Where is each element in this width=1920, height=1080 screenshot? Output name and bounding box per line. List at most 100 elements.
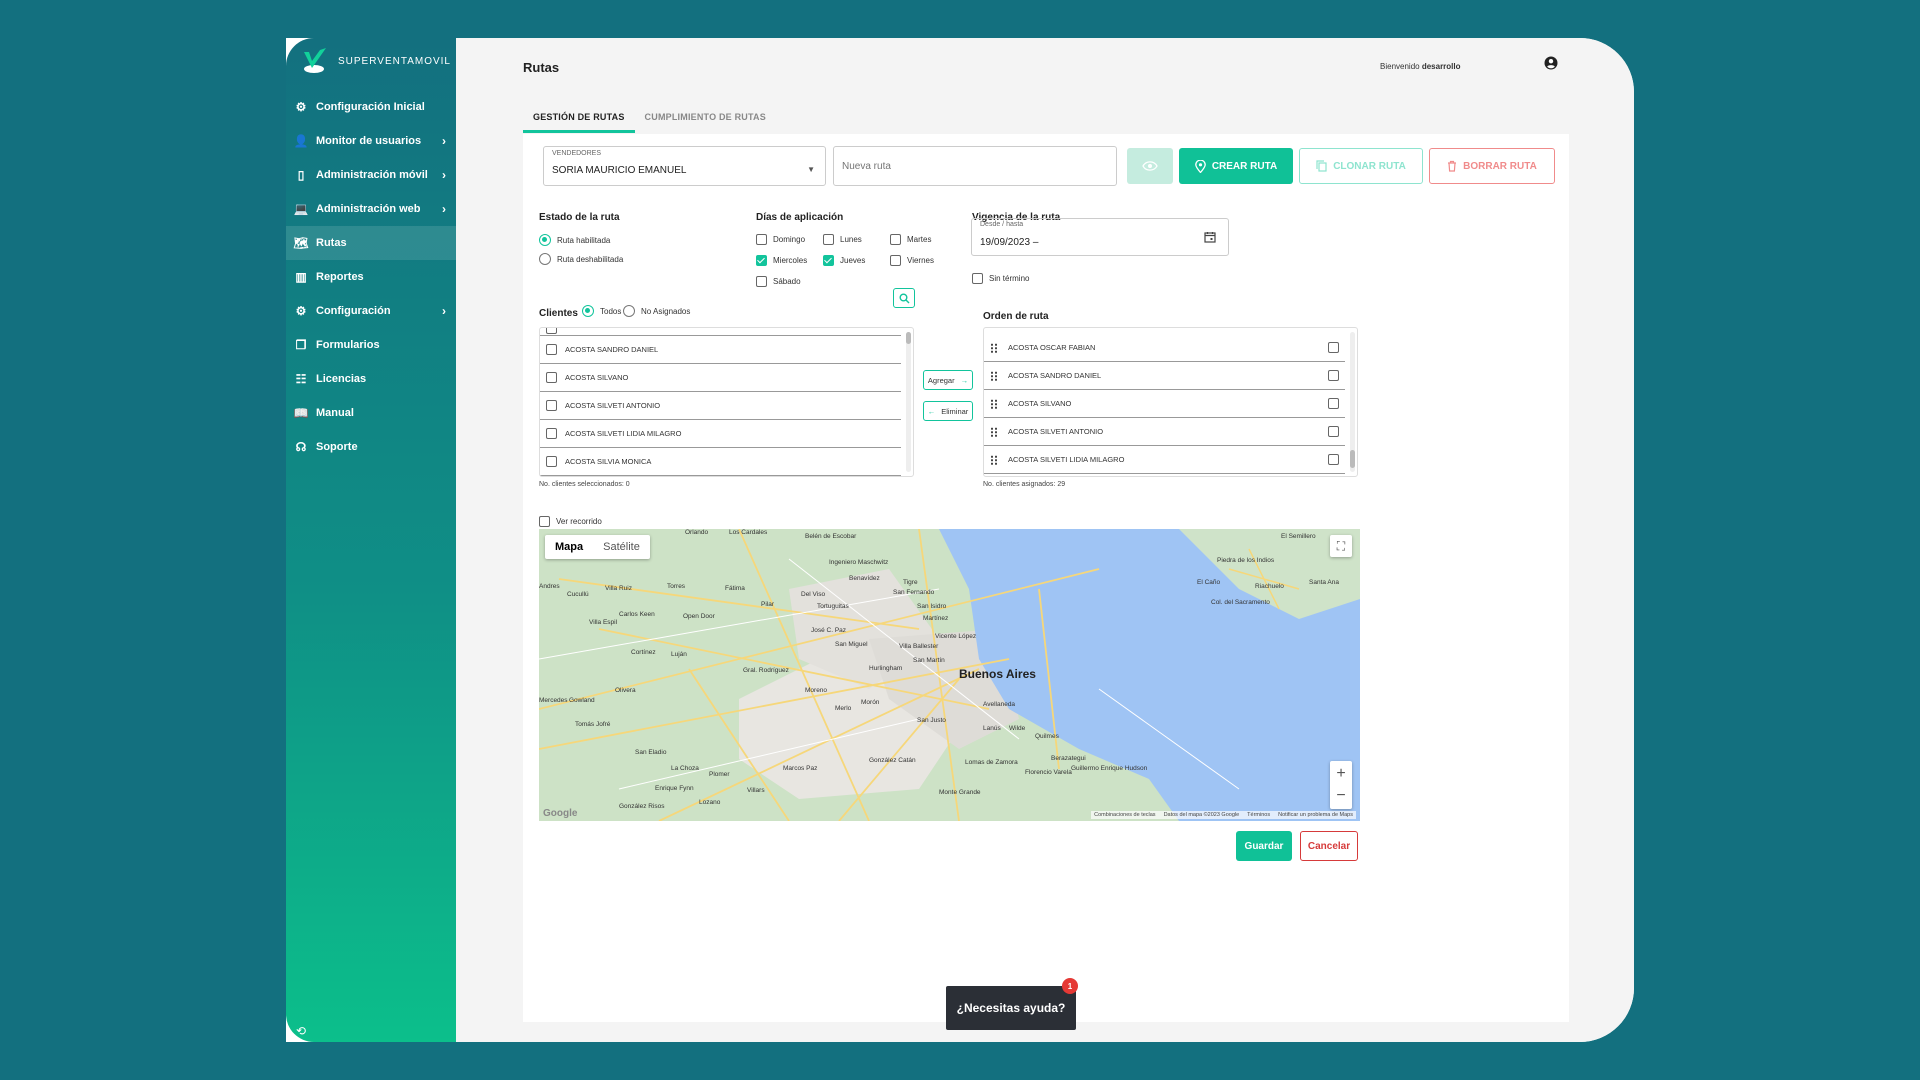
zoom-in-icon[interactable]: + <box>1336 763 1345 785</box>
sidebar-item-administraci-n-m-vil[interactable]: ▯ Administración móvil › <box>286 158 456 192</box>
map-footer-data: Datos del mapa ©2023 Google <box>1163 812 1240 818</box>
filter-unassigned-option[interactable]: No Asignados <box>623 305 690 317</box>
route-order-checkbox[interactable] <box>1328 426 1339 437</box>
no-end-checkbox[interactable] <box>972 273 983 284</box>
route-order-checkbox[interactable] <box>1328 370 1339 381</box>
calendar-icon[interactable] <box>1204 231 1216 243</box>
sidebar-item-administraci-n-web[interactable]: 💻 Administración web › <box>286 192 456 226</box>
day-checkbox[interactable] <box>756 234 767 245</box>
list-item[interactable]: ACOSTA SILVIA MONICA <box>540 448 901 476</box>
route-name-input[interactable] <box>833 146 1117 186</box>
create-route-button[interactable]: CREAR RUTA <box>1179 148 1293 184</box>
drag-handle-icon[interactable] <box>990 342 998 353</box>
list-item-partial[interactable] <box>540 328 901 336</box>
search-clients-button[interactable] <box>893 288 915 308</box>
sidebar-item-rutas[interactable]: 🗺 Rutas <box>286 226 456 260</box>
drag-handle-icon[interactable] <box>990 370 998 381</box>
route-order-item[interactable]: ACOSTA SILVANO <box>984 390 1345 418</box>
user-account-icon[interactable] <box>1544 56 1558 70</box>
map-place-label: Merlo <box>835 705 852 712</box>
list-item[interactable]: ACOSTA SILVETI LIDIA MILAGRO <box>540 420 901 448</box>
sidebar-item-licencias[interactable]: ☷ Licencias <box>286 362 456 396</box>
sidebar-item-soporte[interactable]: ☊ Soporte <box>286 430 456 464</box>
day-checkbox[interactable] <box>756 276 767 287</box>
day-option-lunes[interactable]: Lunes <box>823 234 862 245</box>
show-path-option[interactable]: Ver recorrido <box>539 516 602 527</box>
add-client-button[interactable]: Agregar → <box>923 370 973 390</box>
cancel-button[interactable]: Cancelar <box>1300 831 1358 861</box>
filter-all-option[interactable]: Todos <box>582 305 621 317</box>
map-canvas[interactable] <box>539 529 1360 821</box>
day-checkbox[interactable] <box>890 234 901 245</box>
day-option-domingo[interactable]: Domingo <box>756 234 805 245</box>
day-option-martes[interactable]: Martes <box>890 234 931 245</box>
route-order-item[interactable]: ACOSTA SILVETI LIDIA MILAGRO <box>984 446 1345 474</box>
filter-all-radio[interactable] <box>582 305 594 317</box>
list-item[interactable]: ACOSTA SILVANO <box>540 364 901 392</box>
route-order-item[interactable]: ACOSTA OSCAR FABIAN <box>984 334 1345 362</box>
map-footer-shortcuts[interactable]: Combinaciones de teclas <box>1094 812 1155 818</box>
delete-route-button[interactable]: BORRAR RUTA <box>1429 148 1555 184</box>
day-option-sbado[interactable]: Sábado <box>756 276 801 287</box>
map-footer-terms[interactable]: Términos <box>1247 812 1270 818</box>
seller-select[interactable]: VENDEDORES SORIA MAURICIO EMANUEL ▼ <box>543 146 826 186</box>
no-end-option[interactable]: Sin término <box>972 273 1029 284</box>
clients-scrollbar-track[interactable] <box>906 332 911 472</box>
preview-button[interactable] <box>1127 148 1173 184</box>
day-option-viernes[interactable]: Viernes <box>890 255 934 266</box>
sidebar-item-monitor-de-usuarios[interactable]: 👤 Monitor de usuarios › <box>286 124 456 158</box>
sidebar-item-formularios[interactable]: ❐ Formularios <box>286 328 456 362</box>
day-checkbox[interactable] <box>756 255 767 266</box>
route-order-checkbox[interactable] <box>1328 398 1339 409</box>
route-map[interactable]: Orlando Los Cardales Belén de Escobar Ingen… <box>539 529 1360 821</box>
map-type-satellite[interactable]: Satélite <box>593 535 650 559</box>
list-item-checkbox[interactable] <box>546 428 557 439</box>
list-item-checkbox[interactable] <box>546 400 557 411</box>
map-type-map[interactable]: Mapa <box>545 535 593 559</box>
sidebar-item-reportes[interactable]: ▥ Reportes <box>286 260 456 294</box>
day-checkbox[interactable] <box>823 255 834 266</box>
help-button[interactable]: ¿Necesitas ayuda? 1 <box>946 978 1078 1030</box>
list-item-checkbox[interactable] <box>546 372 557 383</box>
tab-gestion-rutas[interactable]: GESTIÓN DE RUTAS <box>523 104 635 133</box>
route-order-scrollbar-thumb[interactable] <box>1350 450 1355 468</box>
map-footer-report[interactable]: Notificar un problema de Maps <box>1278 812 1353 818</box>
route-order-checkbox[interactable] <box>1328 342 1339 353</box>
show-path-checkbox[interactable] <box>539 516 550 527</box>
clients-scrollbar-thumb[interactable] <box>906 332 911 344</box>
list-item[interactable]: ACOSTA SILVETI ANTONIO <box>540 392 901 420</box>
list-item-checkbox[interactable] <box>546 328 557 334</box>
sidebar-item-configuraci-n[interactable]: ⚙ Configuración › <box>286 294 456 328</box>
sidebar-item-configuraci-n-inicial[interactable]: ⚙ Configuración Inicial <box>286 90 456 124</box>
fullscreen-icon[interactable]: ⛶ <box>1330 535 1352 557</box>
drag-handle-icon[interactable] <box>990 398 998 409</box>
drag-handle-icon[interactable] <box>990 454 998 465</box>
save-button[interactable]: Guardar <box>1236 831 1292 861</box>
status-enabled-radio[interactable] <box>539 234 551 246</box>
sidebar-item-manual[interactable]: 📖 Manual <box>286 396 456 430</box>
status-enabled-option[interactable]: Ruta habilitada <box>539 234 610 246</box>
clients-list[interactable]: ACOSTA SANDRO DANIEL ACOSTA SILVANO ACOSTA… <box>539 327 914 477</box>
route-order-list[interactable]: ACOSTA OSCAR FABIAN ACOSTA SANDRO DANIEL A… <box>983 327 1358 477</box>
status-disabled-option[interactable]: Ruta deshabilitada <box>539 253 623 265</box>
list-item-checkbox[interactable] <box>546 344 557 355</box>
date-range-field[interactable]: Desde / hasta 19/09/2023 – <box>971 218 1229 256</box>
day-checkbox[interactable] <box>890 255 901 266</box>
filter-unassigned-radio[interactable] <box>623 305 635 317</box>
day-option-miercoles[interactable]: Miercoles <box>756 255 807 266</box>
route-order-item[interactable]: ACOSTA SANDRO DANIEL <box>984 362 1345 390</box>
refresh-icon[interactable]: ⟲ <box>296 1024 306 1038</box>
list-item[interactable]: ACOSTA SANDRO DANIEL <box>540 336 901 364</box>
status-disabled-radio[interactable] <box>539 253 551 265</box>
remove-client-button[interactable]: ← Eliminar <box>923 401 973 421</box>
day-option-jueves[interactable]: Jueves <box>823 255 865 266</box>
day-checkbox[interactable] <box>823 234 834 245</box>
clone-route-button[interactable]: CLONAR RUTA <box>1299 148 1423 184</box>
drag-handle-icon[interactable] <box>990 426 998 437</box>
route-order-checkbox[interactable] <box>1328 454 1339 465</box>
tab-cumplimiento-rutas[interactable]: CUMPLIMIENTO DE RUTAS <box>635 104 776 133</box>
brand-logo[interactable]: SUPERVENTAMOVIL <box>300 42 451 80</box>
route-order-item[interactable]: ACOSTA SILVETI ANTONIO <box>984 418 1345 446</box>
list-item-checkbox[interactable] <box>546 456 557 467</box>
zoom-out-icon[interactable]: − <box>1336 785 1345 807</box>
